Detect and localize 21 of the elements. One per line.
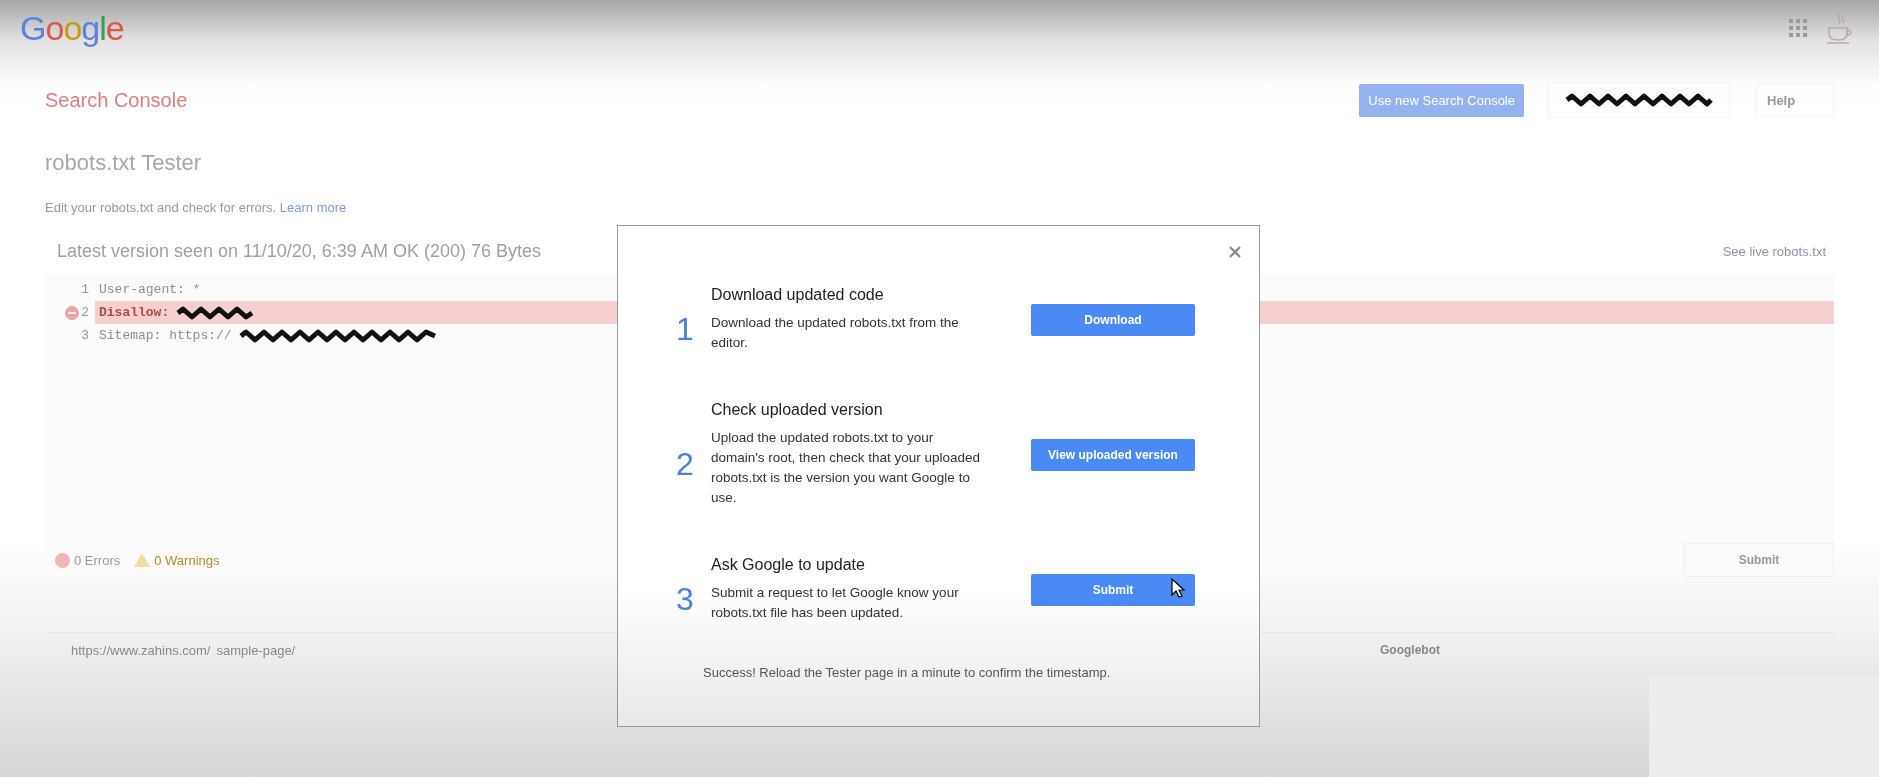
line-number: 3 — [81, 328, 89, 343]
code-line: Disallow: — [99, 305, 170, 320]
step-number: 3 — [675, 581, 695, 618]
warning-count: 0 Warnings — [154, 552, 220, 568]
step-description: Submit a request to let Google know your robots.txt file has been updated. — [711, 584, 960, 622]
step-title: Ask Google to update — [711, 556, 866, 574]
step-title: Download updated code — [711, 286, 885, 304]
line-number: 2 — [81, 305, 89, 320]
step-description: Upload the updated robots.txt to your domain's root, then check that your uploaded robots.txt is the version you want Google to use. — [711, 429, 981, 507]
code-line: User-agent: * — [99, 282, 201, 297]
success-message: Success! Reload the Tester page in a minute to confirm the timestamp. — [703, 665, 1112, 680]
error-count: 0 Errors — [74, 552, 121, 568]
code-line: Sitemap: https:// — [99, 328, 232, 343]
url-prefix: https://www.zahins.com/ — [71, 642, 211, 658]
line-number: 1 — [81, 282, 89, 297]
step-title: Check uploaded version — [711, 401, 884, 419]
step-number: 1 — [675, 311, 695, 348]
page-description: Edit your robots.txt and check for errors. — [45, 200, 277, 215]
step-number: 2 — [675, 446, 695, 483]
step-description: Download the updated robots.txt from the editor. — [711, 314, 960, 352]
page-title: robots.txt Tester — [45, 150, 203, 176]
